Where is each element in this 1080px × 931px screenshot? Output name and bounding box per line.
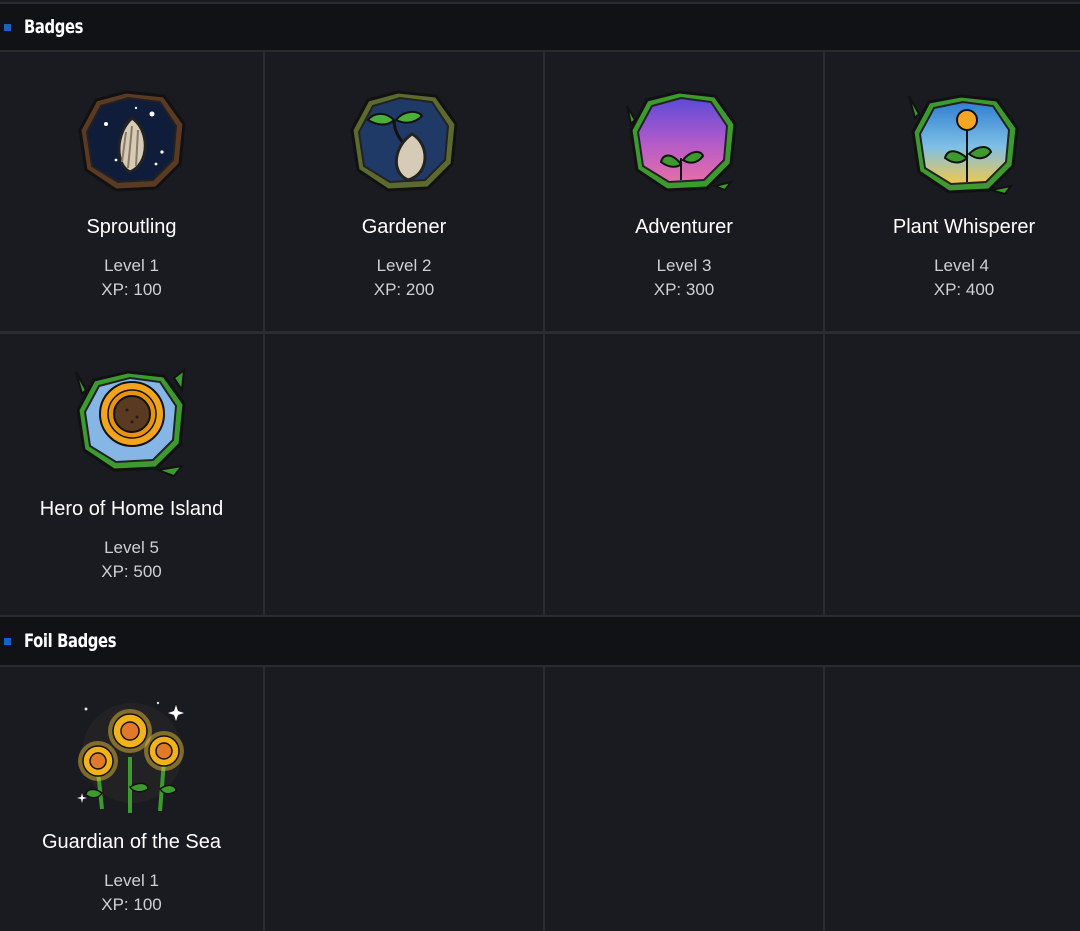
badge-name: Hero of Home Island [39,498,224,520]
badges-grid: Sproutling Level 1 XP: 100 Gardener Leve… [0,52,1080,615]
badge-card-hero-of-home-island[interactable]: Hero of Home Island Level 5 XP: 500 [0,334,263,615]
badge-xp: XP: 500 [101,562,162,581]
empty-badge-slot [825,334,1080,615]
flower-sunrise-icon [908,94,1019,196]
section-marker [4,637,11,645]
badge-level: Level 3 [656,256,712,275]
empty-badge-slot [545,667,823,931]
sunflower-wreath-icon [74,368,186,478]
badge-level: Level 1 [104,256,159,275]
sprouting-seed-icon [350,90,458,192]
badge-level: Level 4 [934,256,989,275]
badge-xp: XP: 100 [101,895,162,914]
badge-name: Adventurer [635,216,733,238]
seed-night-sky-icon [77,90,186,192]
badge-xp: XP: 400 [933,280,995,299]
badge-name: Guardian of the Sea [41,831,221,853]
foil-badges-grid: Guardian of the Sea Level 1 XP: 100 [0,667,1080,931]
badge-card-sproutling[interactable]: Sproutling Level 1 XP: 100 [0,52,263,331]
empty-badge-slot [825,667,1080,931]
badges-section-header: Badges [0,2,1080,52]
sparkling-sunflowers-icon [76,701,184,813]
foil-badges-section-header: Foil Badges [0,615,1080,667]
badge-card-adventurer[interactable]: Adventurer Level 3 XP: 300 [545,52,823,331]
empty-badge-slot [545,334,823,615]
badge-name: Plant Whisperer [892,216,1036,238]
section-title: Badges [24,16,84,38]
badge-xp: XP: 200 [373,280,435,299]
section-marker [4,23,11,31]
badge-card-plant-whisperer[interactable]: Plant Whisperer Level 4 XP: 400 [825,52,1080,331]
badge-xp: XP: 300 [653,280,715,299]
badge-name: Gardener [361,216,447,238]
badge-level: Level 2 [376,256,432,275]
empty-badge-slot [265,334,543,615]
badge-name: Sproutling [86,216,177,238]
section-title: Foil Badges [24,630,117,652]
empty-badge-slot [265,667,543,931]
badge-level: Level 1 [104,871,159,890]
badge-xp: XP: 100 [101,280,162,299]
badge-card-guardian-of-the-sea[interactable]: Guardian of the Sea Level 1 XP: 100 [0,667,263,931]
badge-level: Level 5 [104,538,159,557]
badge-card-gardener[interactable]: Gardener Level 2 XP: 200 [265,52,543,331]
sunset-sprout-icon [626,90,737,192]
